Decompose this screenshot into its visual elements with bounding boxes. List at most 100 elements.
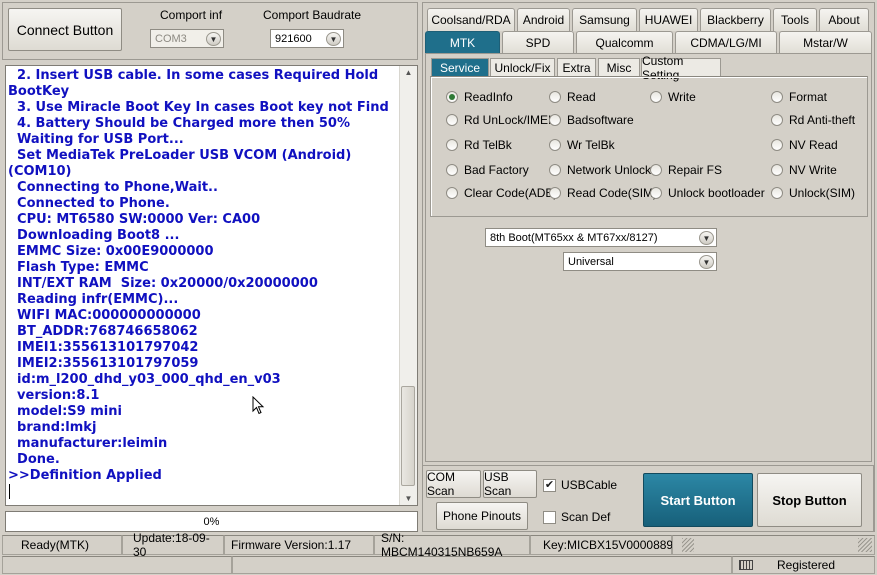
tab-samsung[interactable]: Samsung [572,8,637,31]
tab-qualcomm[interactable]: Qualcomm [576,31,673,54]
option-format[interactable]: Format [771,90,827,104]
status-registered: Registered [732,556,875,574]
option-clear-code-adb-[interactable]: Clear Code(ADB) [446,186,557,200]
option-badsoftware[interactable]: Badsoftware [549,113,634,127]
radio-icon [446,139,458,151]
option-nv-read[interactable]: NV Read [771,138,838,152]
start-button[interactable]: Start Button [643,473,753,527]
log-line: 3. Use Miracle Boot Key In cases Boot ke… [8,100,389,115]
chevron-down-icon: ▼ [699,231,714,245]
radio-icon [650,164,662,176]
option-readinfo[interactable]: ReadInfo [446,90,513,104]
log-line: (COM10) [8,164,72,179]
usb-cable-label: USBCable [561,478,618,492]
option-label: Unlock bootloader [668,186,765,200]
option-repair-fs[interactable]: Repair FS [650,163,722,177]
tab-spd[interactable]: SPD [502,31,574,54]
phone-pinouts-button[interactable]: Phone Pinouts [436,502,528,530]
log-line: BT_ADDR:768746658062 [8,324,198,339]
tab-blackberry[interactable]: Blackberry [700,8,771,31]
log-line: Connecting to Phone,Wait.. [8,180,218,195]
log-line: EMMC Size: 0x00E9000000 [8,244,214,259]
boot-select[interactable]: 8th Boot(MT65xx & MT67xx/8127) ▼ [485,228,717,247]
subtab-custom-setting[interactable]: Custom Setting [641,54,721,82]
com-scan-button[interactable]: COM Scan [426,470,481,498]
scan-def-label: Scan Def [561,510,611,524]
option-bad-factory[interactable]: Bad Factory [446,163,529,177]
option-label: NV Write [789,163,837,177]
option-rd-unlock-imei[interactable]: Rd UnLock/IMEI [446,113,551,127]
option-read[interactable]: Read [549,90,596,104]
tab-cdma-lg-mi[interactable]: CDMA/LG/MI [675,31,777,54]
scroll-thumb[interactable] [401,386,415,486]
option-label: Wr TelBk [567,138,615,152]
tab-huawei[interactable]: HUAWEI [639,8,698,31]
option-rd-telbk[interactable]: Rd TelBk [446,138,512,152]
log-line: Downloading Boot8 ... [8,228,180,243]
log-line: >>Definition Applied [8,468,162,483]
option-nv-write[interactable]: NV Write [771,163,837,177]
mode-select-value: Universal [568,255,614,268]
radio-icon [650,91,662,103]
log-line: version:8.1 [8,388,100,403]
radio-icon [549,164,561,176]
mouse-pointer-icon [252,396,265,415]
option-label: Read Code(SIM) [567,186,658,200]
baud-select[interactable]: 921600 ▼ [270,29,344,48]
log-line: BootKey [8,84,70,99]
log-line: WIFI MAC:000000000000 [8,308,201,323]
progress-text: 0% [203,515,220,528]
option-label: Write [668,90,696,104]
radio-icon [446,164,458,176]
log-panel[interactable]: 2. Insert USB cable. In some cases Requi… [5,65,418,506]
scan-def-checkbox[interactable]: Scan Def [543,510,610,524]
option-label: Format [789,90,828,104]
option-unlock-sim-[interactable]: Unlock(SIM) [771,186,855,200]
boot-select-value: 8th Boot(MT65xx & MT67xx/8127) [490,231,658,244]
mode-select[interactable]: Universal ▼ [563,252,717,271]
option-label: Read [567,90,596,104]
log-line: Done. [8,452,60,467]
option-read-code-sim-[interactable]: Read Code(SIM) [549,186,657,200]
text-cursor [9,484,10,499]
connect-button[interactable]: Connect Button [8,8,122,51]
radio-icon [771,164,783,176]
tab-android[interactable]: Android [517,8,570,31]
tab-mstar-w[interactable]: Mstar/W [779,31,872,54]
scroll-down-icon[interactable]: ▼ [400,494,417,503]
status-empty [672,535,875,555]
log-scrollbar[interactable]: ▲ ▼ [399,66,417,505]
keyboard-icon [739,560,753,570]
tab-tools[interactable]: Tools [773,8,817,31]
subtab-unlock-fix[interactable]: Unlock/Fix [490,58,555,76]
option-unlock-bootloader[interactable]: Unlock bootloader [650,186,765,200]
radio-icon [549,139,561,151]
option-label: Rd Anti-theft [789,113,856,127]
subtab-service[interactable]: Service [431,58,489,76]
tab-coolsand-rda[interactable]: Coolsand/RDA [427,8,515,31]
status-update: Update:18-09-30 [122,531,224,559]
option-write[interactable]: Write [650,90,696,104]
log-line: manufacturer:leimin [8,436,168,451]
comport-select[interactable]: COM3 ▼ [150,29,224,48]
usb-cable-checkbox[interactable]: ✔ USBCable [543,478,617,492]
status-key: Key:MICBX15V00008897 [530,535,680,555]
comport-value: COM3 [155,32,187,45]
option-label: Repair FS [668,163,723,177]
tab-about[interactable]: About [819,8,869,31]
option-wr-telbk[interactable]: Wr TelBk [549,138,615,152]
scroll-up-icon[interactable]: ▲ [400,68,417,77]
resize-grip-icon [682,538,694,552]
log-line: IMEI2:355613101797059 [8,356,199,371]
log-line: IMEI1:355613101797042 [8,340,199,355]
stop-button[interactable]: Stop Button [757,473,862,527]
option-network-unlock[interactable]: Network Unlock [549,163,651,177]
comport-label: Comport inf [160,8,223,22]
option-rd-anti-theft[interactable]: Rd Anti-theft [771,113,855,127]
radio-icon [771,187,783,199]
usb-scan-button[interactable]: USB Scan [483,470,537,498]
tab-mtk[interactable]: MTK [425,31,500,54]
subtab-extra[interactable]: Extra [557,58,596,76]
option-label: ReadInfo [464,90,513,104]
subtab-misc[interactable]: Misc [598,58,640,76]
